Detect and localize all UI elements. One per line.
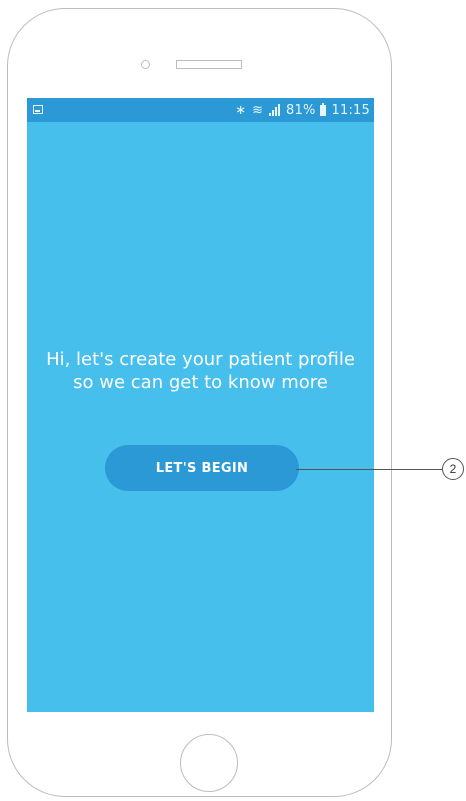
- status-bar: ∗ ≋ 81% 11:15: [27, 98, 374, 122]
- welcome-headline: Hi, let's create your patient profile so…: [27, 348, 374, 394]
- bluetooth-icon: ∗: [235, 102, 247, 118]
- callout-leader-line: [296, 469, 442, 470]
- home-button[interactable]: [180, 734, 238, 792]
- headline-line-2: so we can get to know more: [73, 372, 328, 393]
- mockup-stage: ∗ ≋ 81% 11:15 Hi, let's create your pati…: [0, 0, 466, 801]
- front-camera: [141, 60, 150, 69]
- app-screen: ∗ ≋ 81% 11:15 Hi, let's create your pati…: [27, 98, 374, 712]
- wifi-icon: ≋: [252, 102, 264, 118]
- battery-icon: [319, 102, 326, 116]
- earpiece-speaker: [176, 60, 242, 69]
- signal-icon: [269, 104, 281, 116]
- battery-percent: 81%: [286, 102, 316, 118]
- headline-line-1: Hi, let's create your patient profile: [46, 349, 355, 370]
- lets-begin-button[interactable]: LET'S BEGIN: [105, 445, 299, 491]
- callout-number-badge: 2: [442, 458, 464, 480]
- gallery-icon: [33, 105, 43, 114]
- status-bar-right: ∗ ≋ 81% 11:15: [235, 98, 370, 122]
- status-time: 11:15: [331, 102, 370, 118]
